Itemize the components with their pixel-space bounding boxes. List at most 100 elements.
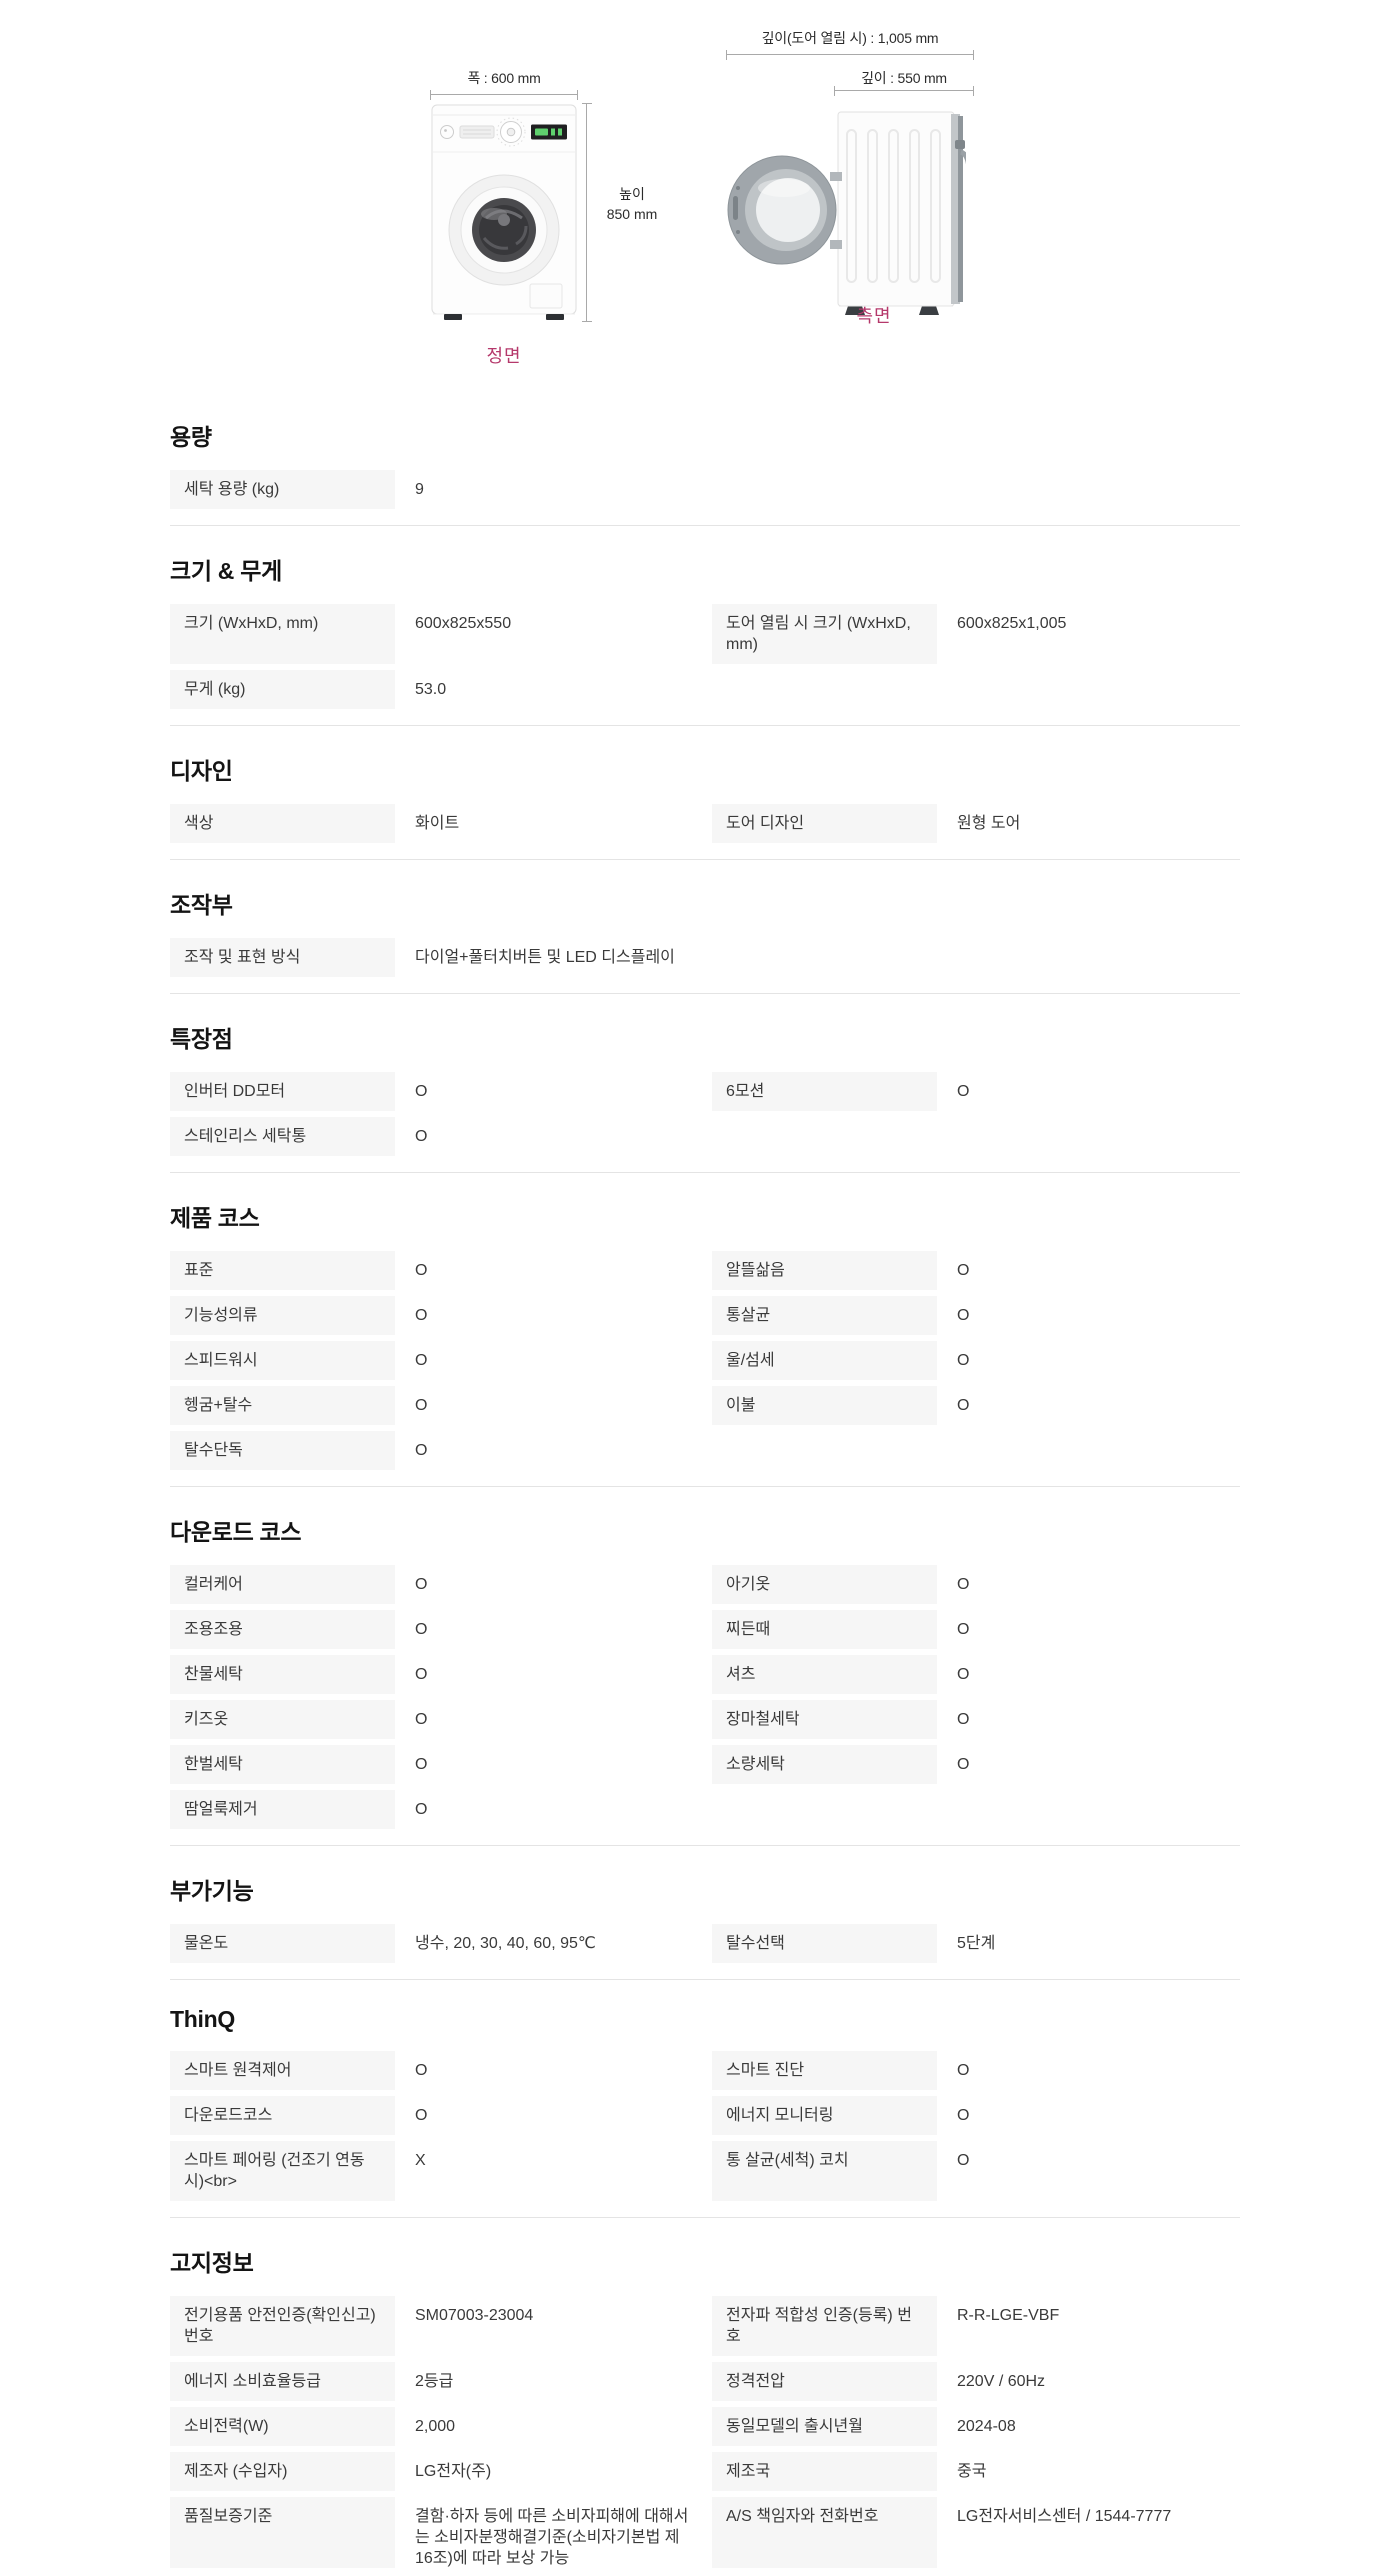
spec-row: 동일모델의 출시년월 2024-08 — [712, 2407, 1240, 2446]
spec-value: O — [395, 2051, 698, 2090]
spec-value: 2,000 — [395, 2407, 698, 2446]
spec-value: 2등급 — [395, 2362, 698, 2401]
spec-label: 스마트 페어링 (건조기 연동 시)<br> — [170, 2141, 395, 2201]
spec-row: 헹굼+탈수 O — [170, 1386, 698, 1425]
spec-value: O — [395, 1386, 698, 1425]
spec-value: 화이트 — [395, 804, 698, 843]
spec-label: 동일모델의 출시년월 — [712, 2407, 937, 2446]
front-height-dimension-line — [586, 103, 587, 322]
spec-row: 기능성의류 O — [170, 1296, 698, 1335]
spec-label: 조용조용 — [170, 1610, 395, 1649]
spec-value: 53.0 — [395, 670, 698, 709]
spec-row: 조작 및 표현 방식 다이얼+풀터치버튼 및 LED 디스플레이 — [170, 938, 698, 977]
spec-value: O — [937, 1565, 1240, 1604]
front-view-figure: 폭 : 600 mm — [418, 58, 670, 378]
spec-label: 조작 및 표현 방식 — [170, 938, 395, 977]
section-title: ThinQ — [170, 2006, 1240, 2033]
spec-label: 6모션 — [712, 1072, 937, 1111]
front-width-dimension-line — [430, 94, 578, 95]
spec-value: O — [395, 1117, 698, 1156]
section-grid: 색상 화이트 도어 디자인 원형 도어 — [170, 804, 1240, 843]
section-title: 조작부 — [170, 886, 1240, 920]
spec-label: 알뜰삶음 — [712, 1251, 937, 1290]
spec-value: 중국 — [937, 2452, 1240, 2491]
spec-label: 키즈옷 — [170, 1700, 395, 1739]
spec-row: 컬러케어 O — [170, 1565, 698, 1604]
spec-section: 제품 코스 표준 O 기능성의류 O 스피드워시 O 헹굼+탈수 O 탈수단독 … — [170, 1173, 1240, 1487]
spec-value: O — [937, 1341, 1240, 1380]
spec-label: A/S 책임자와 전화번호 — [712, 2497, 937, 2568]
spec-section: 특장점 인버터 DD모터 O 스테인리스 세탁통 O 6모션 O — [170, 994, 1240, 1173]
section-title: 용량 — [170, 418, 1240, 452]
spec-value: O — [937, 2141, 1240, 2201]
side-depth-dimension-line — [834, 90, 974, 91]
spec-label: 소량세탁 — [712, 1745, 937, 1784]
spec-label: 다운로드코스 — [170, 2096, 395, 2135]
spec-section: ThinQ 스마트 원격제어 O 다운로드코스 O 스마트 페어링 (건조기 연… — [170, 1980, 1240, 2218]
spec-label: 품질보증기준 — [170, 2497, 395, 2568]
dimension-figures: 폭 : 600 mm — [0, 0, 1400, 392]
spec-row: 도어 디자인 원형 도어 — [712, 804, 1240, 843]
side-view-caption: 측면 — [794, 302, 954, 328]
spec-sections: 용량 세탁 용량 (kg) 9 크기 & 무게 크기 (WxHxD, mm) 6… — [170, 392, 1240, 2568]
spec-label: 통 살균(세척) 코치 — [712, 2141, 937, 2201]
spec-value: O — [937, 1296, 1240, 1335]
spec-row: 다운로드코스 O — [170, 2096, 698, 2135]
side-view-image — [726, 100, 966, 325]
spec-row: 장마철세탁 O — [712, 1700, 1240, 1739]
spec-row: 땀얼룩제거 O — [170, 1790, 698, 1829]
spec-row: 조용조용 O — [170, 1610, 698, 1649]
spec-section: 용량 세탁 용량 (kg) 9 — [170, 392, 1240, 526]
spec-value: O — [395, 1745, 698, 1784]
spec-section: 부가기능 물온도 냉수, 20, 30, 40, 60, 95℃ 탈수선택 5단… — [170, 1846, 1240, 1980]
spec-value: O — [937, 1655, 1240, 1694]
spec-row: 스마트 원격제어 O — [170, 2051, 698, 2090]
side-depth-open-dimension-line — [726, 54, 974, 55]
spec-value: O — [937, 1700, 1240, 1739]
spec-label: 세탁 용량 (kg) — [170, 470, 395, 509]
spec-section: 고지정보 전기용품 안전인증(확인신고) 번호 SM07003-23004 에너… — [170, 2218, 1240, 2568]
spec-label: 탈수단독 — [170, 1431, 395, 1470]
spec-label: 이불 — [712, 1386, 937, 1425]
spec-label: 에너지 소비효율등급 — [170, 2362, 395, 2401]
spec-label: 제조국 — [712, 2452, 937, 2491]
spec-section: 조작부 조작 및 표현 방식 다이얼+풀터치버튼 및 LED 디스플레이 — [170, 860, 1240, 994]
spec-value: LG전자서비스센터 / 1544-7777 — [937, 2497, 1240, 2568]
spec-label: 도어 디자인 — [712, 804, 937, 843]
section-title: 제품 코스 — [170, 1199, 1240, 1233]
spec-value: O — [937, 1610, 1240, 1649]
spec-value: 5단계 — [937, 1924, 1240, 1963]
spec-value: 600x825x1,005 — [937, 604, 1240, 664]
section-title: 고지정보 — [170, 2244, 1240, 2278]
spec-label: 에너지 모니터링 — [712, 2096, 937, 2135]
spec-row: 스피드워시 O — [170, 1341, 698, 1380]
spec-row: 물온도 냉수, 20, 30, 40, 60, 95℃ — [170, 1924, 698, 1963]
front-height-dimension-label-line2: 850 mm — [598, 204, 666, 224]
spec-row: 아기옷 O — [712, 1565, 1240, 1604]
spec-value: 2024-08 — [937, 2407, 1240, 2446]
spec-row: 정격전압 220V / 60Hz — [712, 2362, 1240, 2401]
spec-label: 아기옷 — [712, 1565, 937, 1604]
spec-label: 울/섬세 — [712, 1341, 937, 1380]
spec-value: O — [395, 1341, 698, 1380]
spec-row: 표준 O — [170, 1251, 698, 1290]
spec-row: 탈수선택 5단계 — [712, 1924, 1240, 1963]
spec-label: 장마철세탁 — [712, 1700, 937, 1739]
section-grid: 표준 O 기능성의류 O 스피드워시 O 헹굼+탈수 O 탈수단독 O 알뜰삶음… — [170, 1251, 1240, 1470]
spec-value: O — [937, 2096, 1240, 2135]
spec-label: 전기용품 안전인증(확인신고) 번호 — [170, 2296, 395, 2356]
spec-value: X — [395, 2141, 698, 2201]
spec-label: 한벌세탁 — [170, 1745, 395, 1784]
section-grid: 크기 (WxHxD, mm) 600x825x550 무게 (kg) 53.0 … — [170, 604, 1240, 709]
spec-value: O — [937, 1072, 1240, 1111]
spec-label: 땀얼룩제거 — [170, 1790, 395, 1829]
spec-label: 기능성의류 — [170, 1296, 395, 1335]
spec-label: 제조자 (수입자) — [170, 2452, 395, 2491]
section-grid: 물온도 냉수, 20, 30, 40, 60, 95℃ 탈수선택 5단계 — [170, 1924, 1240, 1963]
spec-section: 크기 & 무게 크기 (WxHxD, mm) 600x825x550 무게 (k… — [170, 526, 1240, 726]
spec-label: 헹굼+탈수 — [170, 1386, 395, 1425]
spec-value: O — [937, 1386, 1240, 1425]
spec-label: 찬물세탁 — [170, 1655, 395, 1694]
spec-value: O — [395, 1700, 698, 1739]
spec-row: 소비전력(W) 2,000 — [170, 2407, 698, 2446]
